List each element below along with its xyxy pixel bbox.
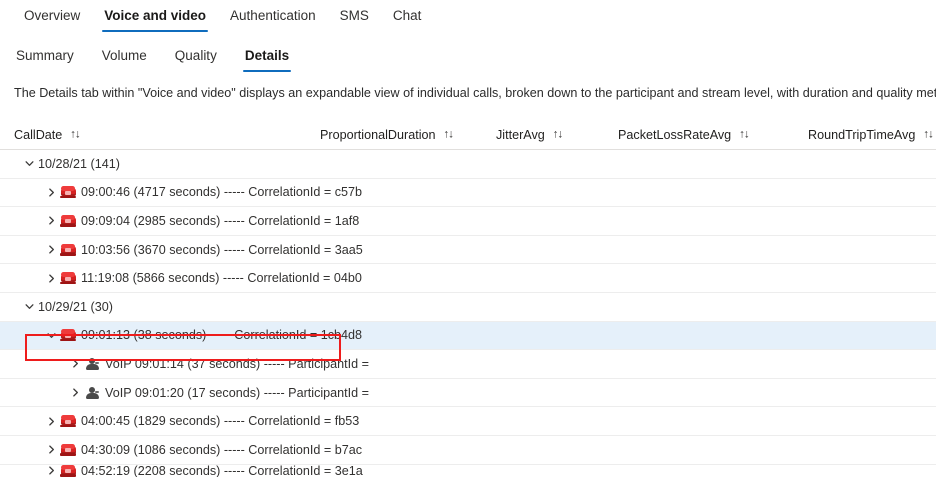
column-header-label: CallDate xyxy=(14,127,63,142)
voip-participant-icon xyxy=(82,386,102,400)
sort-updown-icon[interactable]: ↑↓ xyxy=(739,127,749,142)
column-header-label: PacketLossRateAvg xyxy=(618,127,732,142)
row-label: VoIP 09:01:20 (17 seconds) ----- Partici… xyxy=(105,385,370,400)
chevron-right-icon[interactable] xyxy=(68,387,82,398)
telephone-icon xyxy=(58,214,78,227)
primary-tab-strip: Overview Voice and video Authentication SMS… xyxy=(0,0,936,34)
chevron-right-icon[interactable] xyxy=(44,215,58,226)
row-content: 09:01:13 (38 seconds) ----- CorrelationI… xyxy=(14,328,362,342)
subtab-summary[interactable]: Summary xyxy=(12,46,88,73)
table-row[interactable]: 09:09:04 (2985 seconds) ----- Correlatio… xyxy=(0,207,936,236)
column-header-calldate[interactable]: CallDate ↑↓ xyxy=(14,128,320,143)
row-label: 09:09:04 (2985 seconds) ----- Correlatio… xyxy=(81,213,360,228)
row-label: 04:52:19 (2208 seconds) ----- Correlatio… xyxy=(81,464,363,477)
secondary-tab-strip: Summary Volume Quality Details xyxy=(0,34,936,72)
calls-table: CallDate ↑↓ ProportionalDuration ↑↓ JitterAv… xyxy=(0,121,936,477)
chevron-right-icon[interactable] xyxy=(44,444,58,455)
subtab-volume[interactable]: Volume xyxy=(88,46,161,73)
table-group-row[interactable]: 10/29/21 (30) xyxy=(0,292,936,322)
table-row[interactable]: VoIP 09:01:20 (17 seconds) ----- Partici… xyxy=(0,378,936,408)
subtab-quality[interactable]: Quality xyxy=(161,46,231,73)
telephone-icon xyxy=(58,464,78,477)
table-group-row[interactable]: 10/28/21 (141) xyxy=(0,150,936,179)
chevron-right-icon[interactable] xyxy=(68,358,82,369)
details-tab-page: Overview Voice and video Authentication SMS… xyxy=(0,0,936,504)
chevron-right-icon[interactable] xyxy=(44,187,58,198)
row-content: 10/29/21 (30) xyxy=(14,300,113,314)
row-content: 11:19:08 (5866 seconds) ----- Correlatio… xyxy=(14,271,362,285)
row-label: 09:01:13 (38 seconds) ----- CorrelationI… xyxy=(81,328,363,343)
telephone-icon xyxy=(58,243,78,256)
sort-updown-icon[interactable]: ↑↓ xyxy=(553,127,563,142)
telephone-icon xyxy=(58,443,78,456)
tab-overview[interactable]: Overview xyxy=(12,6,92,33)
column-header-proportionalduration[interactable]: ProportionalDuration ↑↓ xyxy=(320,128,496,143)
tab-sms[interactable]: SMS xyxy=(328,6,381,33)
row-label: 09:00:46 (4717 seconds) ----- Correlatio… xyxy=(81,185,363,200)
tab-authentication[interactable]: Authentication xyxy=(218,6,328,33)
chevron-down-icon[interactable] xyxy=(44,330,58,341)
voip-participant-icon xyxy=(82,357,102,371)
chevron-right-icon[interactable] xyxy=(44,244,58,255)
table-row[interactable]: 04:52:19 (2208 seconds) ----- Correlatio… xyxy=(0,464,936,477)
row-content: 09:00:46 (4717 seconds) ----- Correlatio… xyxy=(14,185,362,199)
row-content: 10/28/21 (141) xyxy=(14,157,120,171)
row-label: VoIP 09:01:14 (37 seconds) ----- Partici… xyxy=(105,356,370,371)
row-label: 11:19:08 (5866 seconds) ----- Correlatio… xyxy=(81,271,362,286)
page-description: The Details tab within "Voice and video"… xyxy=(14,86,936,100)
telephone-icon xyxy=(58,272,78,285)
table-row[interactable]: 04:00:45 (1829 seconds) ----- Correlatio… xyxy=(0,407,936,436)
chevron-right-icon[interactable] xyxy=(44,416,58,427)
table-row[interactable]: 09:01:13 (38 seconds) ----- CorrelationI… xyxy=(0,321,936,351)
chevron-down-icon[interactable] xyxy=(22,301,36,312)
row-label: 10:03:56 (3670 seconds) ----- Correlatio… xyxy=(81,242,363,257)
sort-updown-icon[interactable]: ↑↓ xyxy=(444,127,454,142)
row-content: VoIP 09:01:14 (37 seconds) ----- Partici… xyxy=(14,357,369,371)
row-content: 09:09:04 (2985 seconds) ----- Correlatio… xyxy=(14,214,359,228)
row-label: 10/29/21 (30) xyxy=(38,299,113,314)
sort-updown-icon[interactable]: ↑↓ xyxy=(70,127,80,142)
table-body: 10/28/21 (141) 09:00:46 (4717 seconds) --… xyxy=(0,150,936,477)
table-row[interactable]: 10:03:56 (3670 seconds) ----- Correlatio… xyxy=(0,235,936,265)
table-header-row: CallDate ↑↓ ProportionalDuration ↑↓ JitterAv… xyxy=(0,121,936,150)
table-row[interactable]: 04:30:09 (1086 seconds) ----- Correlatio… xyxy=(0,435,936,465)
row-label: 04:00:45 (1829 seconds) ----- Correlatio… xyxy=(81,414,360,429)
subtab-details[interactable]: Details xyxy=(231,46,303,73)
row-label: 10/28/21 (141) xyxy=(38,156,120,171)
column-header-roundtriptimeavg[interactable]: RoundTripTimeAvg ↑↓ xyxy=(808,127,934,143)
row-content: 10:03:56 (3670 seconds) ----- Correlatio… xyxy=(14,243,363,257)
row-content: 04:52:19 (2208 seconds) ----- Correlatio… xyxy=(14,464,363,477)
row-content: 04:00:45 (1829 seconds) ----- Correlatio… xyxy=(14,414,359,428)
column-header-jitteravg[interactable]: JitterAvg ↑↓ xyxy=(496,128,618,143)
chevron-down-icon[interactable] xyxy=(22,158,36,169)
row-content: VoIP 09:01:20 (17 seconds) ----- Partici… xyxy=(14,386,369,400)
tab-chat[interactable]: Chat xyxy=(381,6,434,33)
column-header-label: ProportionalDuration xyxy=(320,127,436,142)
telephone-icon xyxy=(58,186,78,199)
tab-voice-and-video[interactable]: Voice and video xyxy=(92,6,218,33)
row-label: 04:30:09 (1086 seconds) ----- Correlatio… xyxy=(81,442,363,457)
table-row[interactable]: VoIP 09:01:14 (37 seconds) ----- Partici… xyxy=(0,350,936,379)
table-row[interactable]: 09:00:46 (4717 seconds) ----- Correlatio… xyxy=(0,178,936,208)
table-row[interactable]: 11:19:08 (5866 seconds) ----- Correlatio… xyxy=(0,264,936,293)
telephone-icon xyxy=(58,329,78,342)
chevron-right-icon[interactable] xyxy=(44,465,58,476)
chevron-right-icon[interactable] xyxy=(44,273,58,284)
column-header-label: JitterAvg xyxy=(496,127,545,142)
sort-updown-icon[interactable]: ↑↓ xyxy=(923,127,933,142)
row-content: 04:30:09 (1086 seconds) ----- Correlatio… xyxy=(14,443,362,457)
telephone-icon xyxy=(58,415,78,428)
column-header-packetlossrateavg[interactable]: PacketLossRateAvg ↑↓ xyxy=(618,128,808,143)
column-header-label: RoundTripTimeAvg xyxy=(808,127,916,142)
